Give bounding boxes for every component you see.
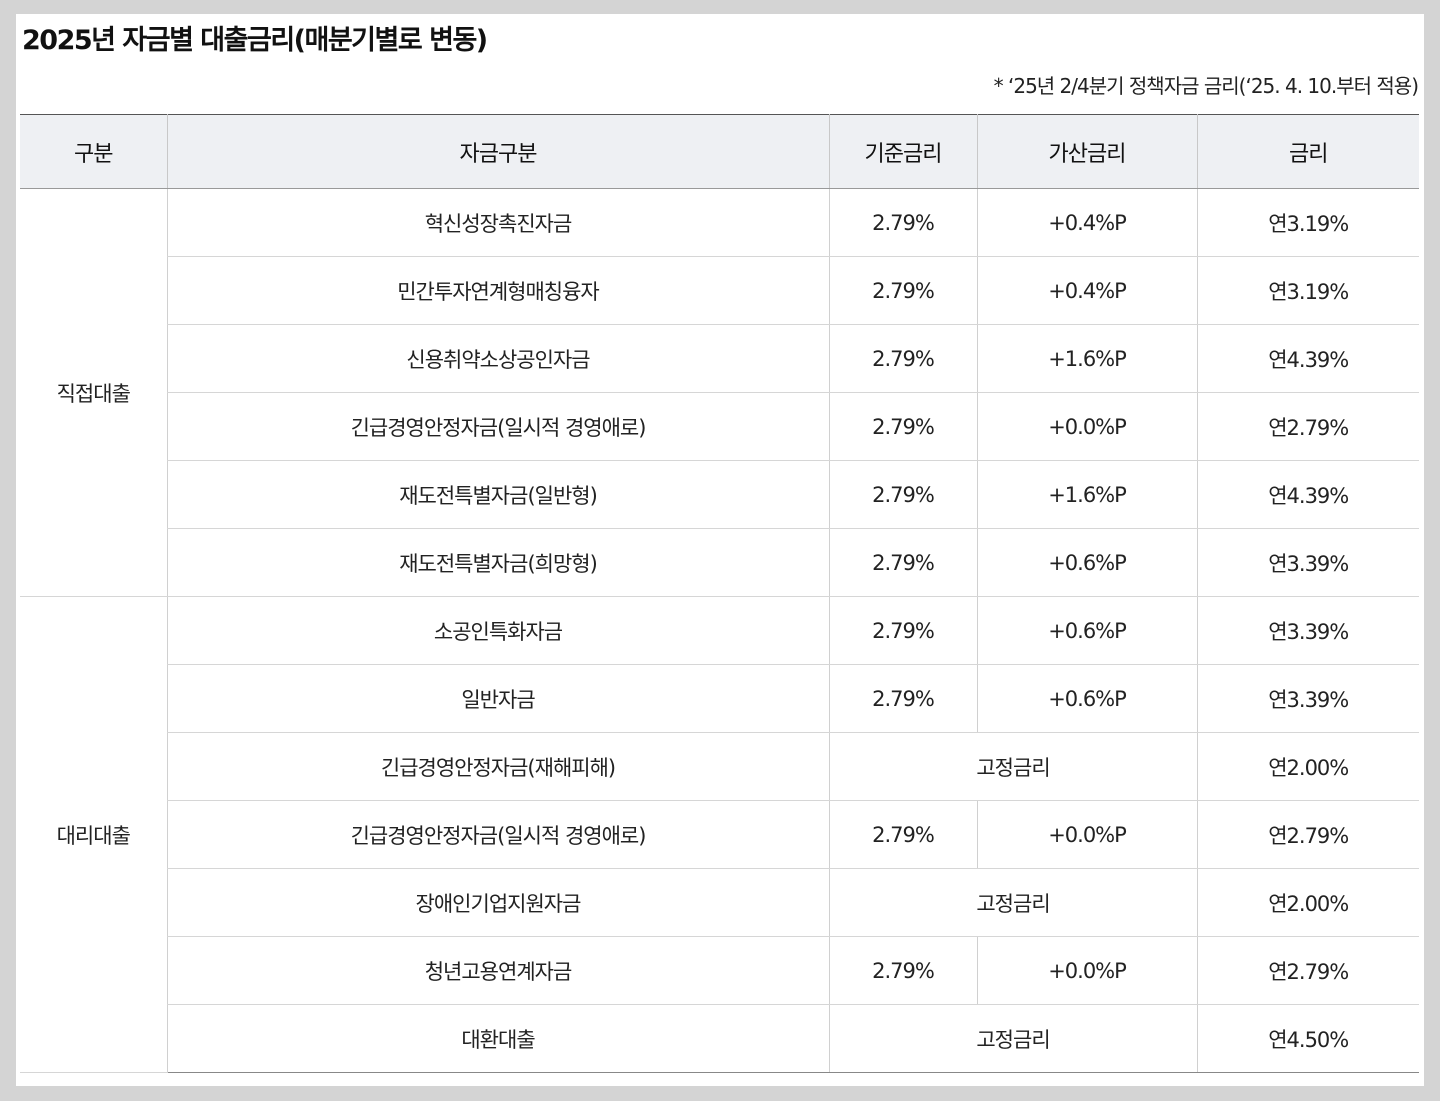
table-header-row: 구분 자금구분 기준금리 가산금리 금리 <box>20 114 1419 189</box>
rate-cell: 연3.39% <box>1196 664 1419 733</box>
header-add-rate: 가산금리 <box>976 114 1197 189</box>
add-rate-cell: +1.6%P <box>976 460 1197 529</box>
add-rate-cell: +0.0%P <box>976 392 1197 461</box>
fund-name-cell: 소공인특화자금 <box>166 596 829 665</box>
add-rate-cell: +0.4%P <box>976 256 1197 325</box>
fund-name-cell: 장애인기업지원자금 <box>166 868 829 937</box>
fund-name-cell: 신용취약소상공인자금 <box>166 324 829 393</box>
fund-name-cell: 재도전특별자금(희망형) <box>166 528 829 597</box>
table-row: 민간투자연계형매칭융자 2.79% +0.4%P 연3.19% <box>20 256 1419 325</box>
fund-name-cell: 혁신성장촉진자금 <box>166 188 829 257</box>
rate-cell: 연3.19% <box>1196 256 1419 325</box>
rate-cell: 연2.00% <box>1196 732 1419 801</box>
base-rate-cell: 2.79% <box>828 188 977 257</box>
loan-rate-table: 구분 자금구분 기준금리 가산금리 금리 직접대출 혁신성장촉진자금 2.79% +0… <box>20 114 1419 1073</box>
rate-cell: 연3.39% <box>1196 528 1419 597</box>
fund-name-cell: 일반자금 <box>166 664 829 733</box>
base-rate-cell: 2.79% <box>828 392 977 461</box>
table-row: 긴급경영안정자금(일시적 경영애로) 2.79% +0.0%P 연2.79% <box>20 392 1419 461</box>
base-rate-cell: 2.79% <box>828 800 977 869</box>
page-title: 2025년 자금별 대출금리(매분기별로 변동) <box>22 25 488 56</box>
header-rate: 금리 <box>1196 114 1419 189</box>
add-rate-cell: +0.0%P <box>976 800 1197 869</box>
header-fund-type: 자금구분 <box>166 114 829 189</box>
rate-cell: 연3.19% <box>1196 188 1419 257</box>
table-row: 대환대출 고정금리 연4.50% <box>20 1004 1419 1073</box>
header-base-rate: 기준금리 <box>828 114 977 189</box>
table-row: 긴급경영안정자금(일시적 경영애로) 2.79% +0.0%P 연2.79% <box>20 800 1419 869</box>
table-row: 장애인기업지원자금 고정금리 연2.00% <box>20 868 1419 937</box>
table-row: 긴급경영안정자금(재해피해) 고정금리 연2.00% <box>20 732 1419 801</box>
table-row: 대리대출 소공인특화자금 2.79% +0.6%P 연3.39% <box>20 596 1419 1073</box>
base-rate-cell: 2.79% <box>828 664 977 733</box>
fund-name-cell: 청년고용연계자금 <box>166 936 829 1005</box>
group-label: 직접대출 <box>20 188 167 597</box>
table-row: 신용취약소상공인자금 2.79% +1.6%P 연4.39% <box>20 324 1419 393</box>
table-row: 직접대출 혁신성장촉진자금 2.79% +0.4%P 연3.19% <box>20 188 1419 597</box>
base-rate-cell: 2.79% <box>828 324 977 393</box>
rate-cell: 연2.79% <box>1196 800 1419 869</box>
content-panel: 2025년 자금별 대출금리(매분기별로 변동) * ‘25년 2/4분기 정책… <box>16 14 1424 1086</box>
fixed-rate-cell: 고정금리 <box>828 732 1197 801</box>
rate-cell: 연3.39% <box>1196 596 1419 665</box>
base-rate-cell: 2.79% <box>828 596 977 665</box>
add-rate-cell: +1.6%P <box>976 324 1197 393</box>
fund-name-cell: 대환대출 <box>166 1004 829 1073</box>
base-rate-cell: 2.79% <box>828 528 977 597</box>
add-rate-cell: +0.4%P <box>976 188 1197 257</box>
base-rate-cell: 2.79% <box>828 256 977 325</box>
rate-cell: 연2.79% <box>1196 936 1419 1005</box>
fixed-rate-cell: 고정금리 <box>828 868 1197 937</box>
group-label: 대리대출 <box>20 596 167 1073</box>
table-row: 일반자금 2.79% +0.6%P 연3.39% <box>20 664 1419 733</box>
rate-cell: 연4.39% <box>1196 460 1419 529</box>
fund-name-cell: 긴급경영안정자금(일시적 경영애로) <box>166 392 829 461</box>
rate-note: * ‘25년 2/4분기 정책자금 금리(‘25. 4. 10.부터 적용) <box>993 74 1419 98</box>
rate-cell: 연2.00% <box>1196 868 1419 937</box>
rate-cell: 연4.50% <box>1196 1004 1419 1073</box>
fund-name-cell: 재도전특별자금(일반형) <box>166 460 829 529</box>
rate-cell: 연4.39% <box>1196 324 1419 393</box>
header-category: 구분 <box>20 114 167 189</box>
base-rate-cell: 2.79% <box>828 460 977 529</box>
add-rate-cell: +0.6%P <box>976 596 1197 665</box>
table-row: 재도전특별자금(희망형) 2.79% +0.6%P 연3.39% <box>20 528 1419 597</box>
table-row: 청년고용연계자금 2.79% +0.0%P 연2.79% <box>20 936 1419 1005</box>
add-rate-cell: +0.0%P <box>976 936 1197 1005</box>
fund-name-cell: 긴급경영안정자금(일시적 경영애로) <box>166 800 829 869</box>
fixed-rate-cell: 고정금리 <box>828 1004 1197 1073</box>
base-rate-cell: 2.79% <box>828 936 977 1005</box>
add-rate-cell: +0.6%P <box>976 664 1197 733</box>
fund-name-cell: 민간투자연계형매칭융자 <box>166 256 829 325</box>
table-row: 재도전특별자금(일반형) 2.79% +1.6%P 연4.39% <box>20 460 1419 529</box>
add-rate-cell: +0.6%P <box>976 528 1197 597</box>
table-body: 직접대출 혁신성장촉진자금 2.79% +0.4%P 연3.19% 민간투자연계형매칭융자… <box>20 188 1419 1073</box>
rate-cell: 연2.79% <box>1196 392 1419 461</box>
fund-name-cell: 긴급경영안정자금(재해피해) <box>166 732 829 801</box>
